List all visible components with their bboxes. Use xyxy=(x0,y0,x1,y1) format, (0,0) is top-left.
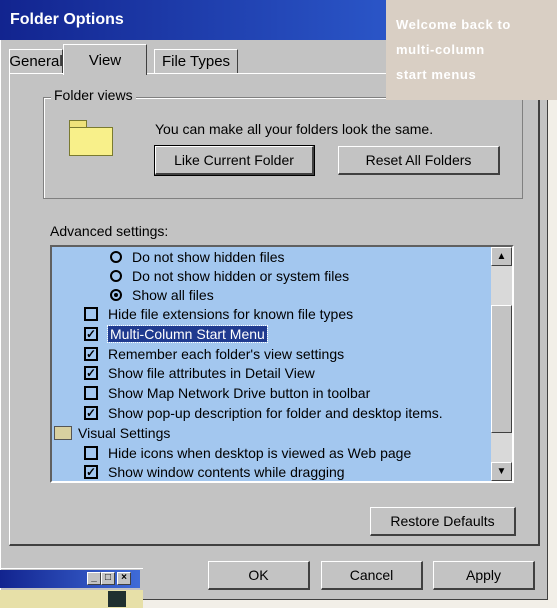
list-item-selected[interactable]: ✓ Multi-Column Start Menu xyxy=(84,324,268,343)
visual-settings-icon xyxy=(54,425,72,440)
scroll-down-icon[interactable]: ▼ xyxy=(491,462,512,481)
tab-file-types[interactable]: File Types xyxy=(154,49,238,73)
scrollbar[interactable]: ▲ ▼ xyxy=(491,247,512,481)
radio-off[interactable] xyxy=(110,269,122,282)
apply-button[interactable]: Apply xyxy=(433,561,535,590)
radio-on[interactable] xyxy=(110,288,122,301)
checkbox-checked[interactable]: ✓ xyxy=(84,326,98,341)
checkbox-unchecked[interactable] xyxy=(84,385,98,400)
checkbox-unchecked[interactable] xyxy=(84,306,98,321)
tab-general[interactable]: General xyxy=(9,49,63,73)
checkbox-checked[interactable]: ✓ xyxy=(84,346,98,361)
list-item[interactable]: Show all files xyxy=(110,285,214,304)
list-item[interactable]: ✓ Remember each folder's view settings xyxy=(84,344,344,363)
checkbox-checked[interactable]: ✓ xyxy=(84,365,98,380)
checkbox-unchecked[interactable] xyxy=(84,445,98,460)
scroll-thumb[interactable] xyxy=(491,305,512,433)
list-item[interactable]: Hide icons when desktop is viewed as Web… xyxy=(84,443,411,462)
list-item[interactable]: Do not show hidden files xyxy=(110,247,285,266)
list-item[interactable]: ✓ Show window contents while dragging xyxy=(84,462,345,481)
minimize-icon[interactable]: _ xyxy=(87,572,101,585)
restore-defaults-button[interactable]: Restore Defaults xyxy=(370,507,516,536)
window-title: Folder Options xyxy=(10,11,124,28)
radio-off[interactable] xyxy=(110,250,122,263)
reset-all-folders-button[interactable]: Reset All Folders xyxy=(338,146,500,175)
advanced-settings-list[interactable]: Do not show hidden files Do not show hid… xyxy=(50,245,514,483)
scroll-up-icon[interactable]: ▲ xyxy=(491,247,512,266)
list-item[interactable]: Show Map Network Drive button in toolbar xyxy=(84,383,370,402)
callout-line-2: multi-column xyxy=(396,42,485,57)
list-item[interactable]: Do not show hidden or system files xyxy=(110,266,349,285)
checkbox-checked[interactable]: ✓ xyxy=(84,405,98,420)
callout-line-1: Welcome back to xyxy=(396,17,511,32)
folder-views-description: You can make all your folders look the s… xyxy=(155,121,434,137)
callout-line-3: start menus xyxy=(396,67,477,82)
close-icon[interactable]: × xyxy=(117,572,131,585)
tab-view[interactable]: View xyxy=(63,44,147,75)
like-current-folder-button[interactable]: Like Current Folder xyxy=(154,145,315,176)
maximize-icon[interactable]: □ xyxy=(101,572,115,585)
checkbox-checked[interactable]: ✓ xyxy=(84,464,98,479)
advanced-settings-label: Advanced settings: xyxy=(50,223,169,239)
callout-box: Welcome back to multi-column start menus xyxy=(386,0,557,100)
list-item[interactable]: ✓ Show file attributes in Detail View xyxy=(84,363,315,382)
list-item[interactable]: Hide file extensions for known file type… xyxy=(84,304,353,323)
background-window: _ □ × xyxy=(0,568,143,608)
list-item[interactable]: ✓ Show pop-up description for folder and… xyxy=(84,403,443,422)
window-icon xyxy=(108,591,126,607)
ok-button[interactable]: OK xyxy=(208,561,310,590)
folder-views-label: Folder views xyxy=(51,87,136,103)
folder-icon xyxy=(69,120,113,156)
cancel-button[interactable]: Cancel xyxy=(321,561,423,590)
list-item-header[interactable]: Visual Settings xyxy=(54,423,170,442)
